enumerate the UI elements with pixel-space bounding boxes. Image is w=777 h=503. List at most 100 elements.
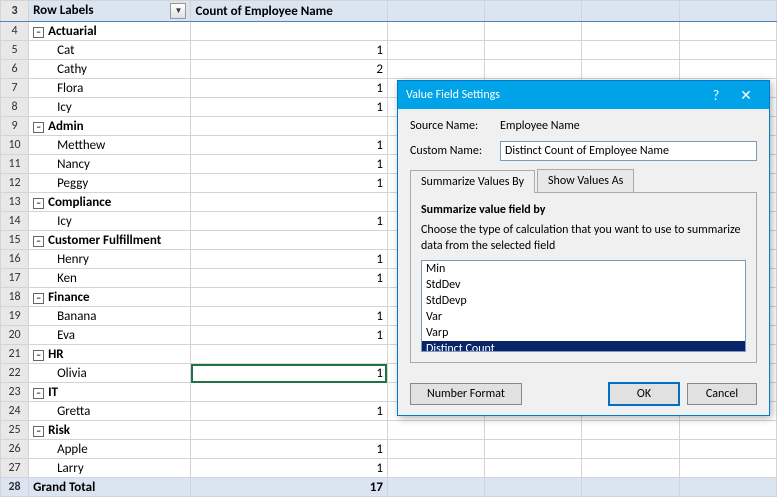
empty-cell[interactable] xyxy=(582,60,679,79)
empty-cell[interactable] xyxy=(582,22,679,41)
empty-cell[interactable] xyxy=(191,288,388,307)
empty-cell[interactable] xyxy=(387,440,484,459)
list-item[interactable]: StdDev xyxy=(422,277,745,293)
list-item[interactable]: StdDevp xyxy=(422,293,745,309)
value-cell[interactable]: 1 xyxy=(191,136,388,155)
item-cell[interactable]: Icy xyxy=(29,98,191,117)
item-cell[interactable]: Icy xyxy=(29,212,191,231)
value-cell[interactable]: 1 xyxy=(191,41,388,60)
empty-cell[interactable] xyxy=(582,440,679,459)
item-cell[interactable]: Gretta xyxy=(29,402,191,421)
row-header[interactable]: 25 xyxy=(1,421,29,440)
empty-cell[interactable] xyxy=(582,1,679,22)
empty-cell[interactable] xyxy=(191,117,388,136)
empty-cell[interactable] xyxy=(191,22,388,41)
row-header[interactable]: 28 xyxy=(1,478,29,497)
row-header[interactable]: 17 xyxy=(1,269,29,288)
collapse-icon[interactable]: − xyxy=(33,198,44,209)
collapse-icon[interactable]: − xyxy=(33,350,44,361)
collapse-icon[interactable]: − xyxy=(33,236,44,247)
empty-cell[interactable] xyxy=(679,478,776,497)
list-item[interactable]: Var xyxy=(422,309,745,325)
empty-cell[interactable] xyxy=(485,41,582,60)
value-cell[interactable]: 1 xyxy=(191,212,388,231)
row-header[interactable]: 23 xyxy=(1,383,29,402)
row-header[interactable]: 26 xyxy=(1,440,29,459)
value-cell[interactable]: 1 xyxy=(191,326,388,345)
item-cell[interactable]: Eva xyxy=(29,326,191,345)
empty-cell[interactable] xyxy=(679,440,776,459)
empty-cell[interactable] xyxy=(387,421,484,440)
filter-dropdown-icon[interactable]: ▼ xyxy=(170,3,186,19)
empty-cell[interactable] xyxy=(191,421,388,440)
item-cell[interactable]: Peggy xyxy=(29,174,191,193)
collapse-icon[interactable]: − xyxy=(33,426,44,437)
empty-cell[interactable] xyxy=(387,459,484,478)
value-cell[interactable]: 2 xyxy=(191,60,388,79)
row-header[interactable]: 21 xyxy=(1,345,29,364)
collapse-icon[interactable]: − xyxy=(33,293,44,304)
group-cell[interactable]: −HR xyxy=(29,345,191,364)
row-header[interactable]: 10 xyxy=(1,136,29,155)
group-cell[interactable]: −Customer Fulfillment xyxy=(29,231,191,250)
grand-total-label[interactable]: Grand Total xyxy=(29,478,191,497)
row-header[interactable]: 5 xyxy=(1,41,29,60)
custom-name-input[interactable] xyxy=(500,141,757,161)
cancel-button[interactable]: Cancel xyxy=(687,383,757,405)
close-icon[interactable]: ✕ xyxy=(731,87,761,104)
empty-cell[interactable] xyxy=(485,478,582,497)
collapse-icon[interactable]: − xyxy=(33,388,44,399)
row-header[interactable]: 27 xyxy=(1,459,29,478)
group-cell[interactable]: −Actuarial xyxy=(29,22,191,41)
empty-cell[interactable] xyxy=(485,421,582,440)
group-cell[interactable]: −Finance xyxy=(29,288,191,307)
collapse-icon[interactable]: − xyxy=(33,27,44,38)
row-header[interactable]: 9 xyxy=(1,117,29,136)
empty-cell[interactable] xyxy=(191,193,388,212)
row-labels-header[interactable]: Row Labels▼ xyxy=(29,1,191,22)
empty-cell[interactable] xyxy=(485,440,582,459)
item-cell[interactable]: Metthew xyxy=(29,136,191,155)
row-header[interactable]: 14 xyxy=(1,212,29,231)
empty-cell[interactable] xyxy=(485,60,582,79)
row-header[interactable]: 3 xyxy=(1,1,29,22)
group-cell[interactable]: −Admin xyxy=(29,117,191,136)
empty-cell[interactable] xyxy=(387,1,484,22)
row-header[interactable]: 16 xyxy=(1,250,29,269)
row-header[interactable]: 7 xyxy=(1,79,29,98)
item-cell[interactable]: Banana xyxy=(29,307,191,326)
number-format-button[interactable]: Number Format xyxy=(410,383,522,405)
row-header[interactable]: 13 xyxy=(1,193,29,212)
empty-cell[interactable] xyxy=(582,421,679,440)
item-cell[interactable]: Larry xyxy=(29,459,191,478)
empty-cell[interactable] xyxy=(679,22,776,41)
collapse-icon[interactable]: − xyxy=(33,122,44,133)
empty-cell[interactable] xyxy=(191,231,388,250)
empty-cell[interactable] xyxy=(191,383,388,402)
empty-cell[interactable] xyxy=(387,60,484,79)
row-header[interactable]: 15 xyxy=(1,231,29,250)
value-cell[interactable]: 1 xyxy=(191,269,388,288)
value-cell[interactable]: 1 xyxy=(191,98,388,117)
tab-summarize-values-by[interactable]: Summarize Values By xyxy=(410,170,535,193)
row-header[interactable]: 18 xyxy=(1,288,29,307)
tab-show-values-as[interactable]: Show Values As xyxy=(537,169,634,192)
value-cell[interactable]: 1 xyxy=(191,79,388,98)
item-cell[interactable]: Apple xyxy=(29,440,191,459)
group-cell[interactable]: −IT xyxy=(29,383,191,402)
list-item[interactable]: Distinct Count xyxy=(422,341,745,352)
item-cell[interactable]: Henry xyxy=(29,250,191,269)
row-header[interactable]: 4 xyxy=(1,22,29,41)
row-header[interactable]: 24 xyxy=(1,402,29,421)
item-cell[interactable]: Olivia xyxy=(29,364,191,383)
item-cell[interactable]: Cathy xyxy=(29,60,191,79)
empty-cell[interactable] xyxy=(485,1,582,22)
empty-cell[interactable] xyxy=(387,22,484,41)
group-cell[interactable]: −Risk xyxy=(29,421,191,440)
calculation-listbox[interactable]: MinStdDevStdDevpVarVarpDistinct Count xyxy=(421,260,746,352)
item-cell[interactable]: Cat xyxy=(29,41,191,60)
row-header[interactable]: 6 xyxy=(1,60,29,79)
group-cell[interactable]: −Compliance xyxy=(29,193,191,212)
list-item[interactable]: Varp xyxy=(422,325,745,341)
row-header[interactable]: 11 xyxy=(1,155,29,174)
